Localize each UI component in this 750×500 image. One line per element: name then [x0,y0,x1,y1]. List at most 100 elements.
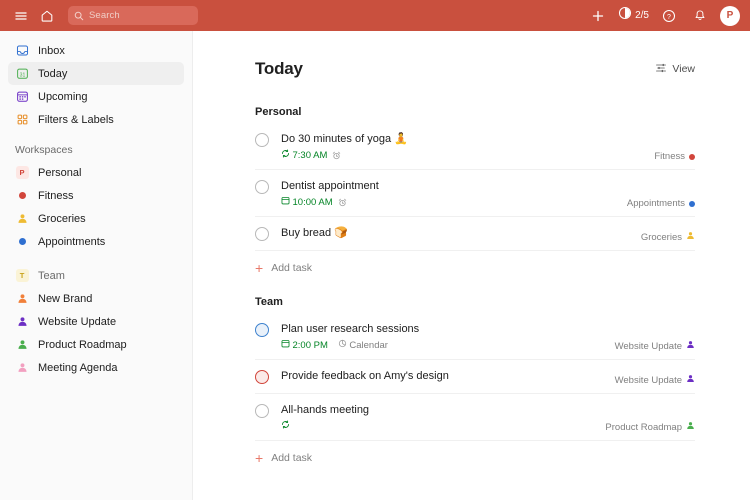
plus-icon: + [255,450,264,466]
add-task-button-team[interactable]: + Add task [255,441,695,466]
recurring-icon [281,420,290,433]
plus-icon[interactable] [587,5,609,27]
task-checkbox[interactable] [255,133,269,147]
sidebar-item-new-brand[interactable]: New Brand [8,287,184,310]
sidebar-item-team[interactable]: T Team [8,264,184,287]
sidebar-item-appointments[interactable]: Appointments [8,230,184,253]
sidebar-item-label: Appointments [38,235,106,248]
section-title-personal: Personal [255,106,302,118]
upcoming-calendar-icon [15,90,29,104]
search-placeholder: Search [89,10,120,21]
search-icon [74,11,84,21]
productivity-karma-button[interactable]: 2/5 [618,6,649,25]
task-title: Do 30 minutes of yoga 🧘 [281,133,408,145]
sidebar-item-product-roadmap[interactable]: Product Roadmap [8,333,184,356]
page-title: Today [255,59,303,78]
task-project-name: Product Roadmap [605,421,682,433]
project-person-green-icon [15,338,29,352]
search-input[interactable]: Search [68,6,198,25]
svg-text:31: 31 [19,72,25,78]
sidebar-item-filters-labels[interactable]: Filters & Labels [8,108,184,131]
task-content: Buy bread 🍞 [281,226,695,243]
task-row[interactable]: Dentist appointment 10:00 AM Appointment… [255,170,695,217]
task-checkbox[interactable] [255,180,269,194]
alarm-clock-icon[interactable] [338,198,347,207]
main-content: Today View Personal Do 30 minutes of yog… [193,31,750,500]
sidebar-item-inbox[interactable]: Inbox [8,39,184,62]
task-project-tag[interactable]: Website Update [615,374,695,386]
sidebar-item-label: Website Update [38,315,117,328]
sidebar-item-website-update[interactable]: Website Update [8,310,184,333]
task-row[interactable]: All-hands meeting Product Roadmap [255,394,695,441]
svg-text:?: ? [667,13,671,20]
sidebar-item-personal[interactable]: P Personal [8,161,184,184]
topbar-actions: 2/5 ? P [587,5,740,27]
task-project-tag[interactable]: Website Update [615,340,695,352]
task-checkbox[interactable] [255,323,269,337]
task-title: Buy bread 🍞 [281,227,348,239]
project-person-green-icon [686,421,695,433]
task-label[interactable]: Calendar [338,339,388,352]
sidebar-item-today[interactable]: 31 Today [8,62,184,85]
sidebar-item-groceries[interactable]: Groceries [8,207,184,230]
task-project-tag[interactable]: Appointments [627,198,695,209]
task-row[interactable]: Do 30 minutes of yoga 🧘 7:30 AM Fitness [255,123,695,170]
avatar[interactable]: P [720,5,740,26]
view-button-label: View [672,63,695,75]
top-navigation-bar: Search 2/5 ? P [0,0,750,31]
add-task-label: Add task [271,262,313,274]
task-row[interactable]: Provide feedback on Amy's design Website… [255,360,695,394]
add-task-button-personal[interactable]: + Add task [255,251,695,276]
task-time: 10:00 AM [292,196,333,208]
task-due-date[interactable] [281,420,293,433]
task-project-tag[interactable]: Product Roadmap [605,421,695,433]
workspace-badge-p-icon: P [15,166,29,180]
help-question-icon[interactable]: ? [658,5,680,27]
add-task-label: Add task [271,452,313,464]
task-due-date[interactable]: 2:00 PM [281,339,328,352]
project-dot-blue-icon [15,235,29,249]
karma-count: 2/5 [635,10,649,21]
task-project-name: Website Update [614,374,682,386]
task-project-name: Fitness [654,151,685,162]
workspaces-section-header: Workspaces [15,144,73,156]
task-row[interactable]: Plan user research sessions 2:00 PM Cale… [255,313,695,360]
task-checkbox[interactable] [255,404,269,418]
sidebar-item-label: Team [38,269,65,282]
view-button[interactable]: View [655,62,695,77]
task-due-date[interactable]: 7:30 AM [281,149,327,162]
task-project-name: Groceries [640,231,682,243]
task-project-name: Appointments [626,198,685,209]
bell-icon[interactable] [689,5,711,27]
task-title: Plan user research sessions [281,323,420,335]
task-title: All-hands meeting [281,404,370,416]
sidebar-item-label: Fitness [38,189,74,202]
home-icon[interactable] [36,5,58,27]
task-due-date[interactable]: 10:00 AM [281,196,333,209]
task-title: Dentist appointment [281,180,379,192]
task-label-name: Calendar [349,339,388,351]
workspace-badge-t-icon: T [15,269,29,283]
project-person-purple-icon [686,374,695,386]
project-person-pink-icon [15,361,29,375]
project-person-yellow-icon [686,231,695,243]
task-checkbox[interactable] [255,370,269,384]
sidebar: Inbox 31 Today Upcoming Filters & Labels… [0,31,193,500]
sidebar-item-fitness[interactable]: Fitness [8,184,184,207]
alarm-clock-icon[interactable] [332,151,341,160]
sidebar-item-meeting-agenda[interactable]: Meeting Agenda [8,356,184,379]
task-row[interactable]: Buy bread 🍞 Groceries [255,217,695,251]
sidebar-item-upcoming[interactable]: Upcoming [8,85,184,108]
today-calendar-icon: 31 [15,67,29,81]
task-project-tag[interactable]: Groceries [641,231,695,243]
project-dot-red-icon [15,189,29,203]
sidebar-item-label: New Brand [38,292,93,305]
project-dot-red-icon [689,153,695,160]
task-checkbox[interactable] [255,227,269,241]
project-person-orange-icon [15,292,29,306]
hamburger-menu-icon[interactable] [10,5,32,27]
task-project-tag[interactable]: Fitness [654,151,695,162]
plus-icon: + [255,260,264,276]
calendar-icon [281,339,290,352]
